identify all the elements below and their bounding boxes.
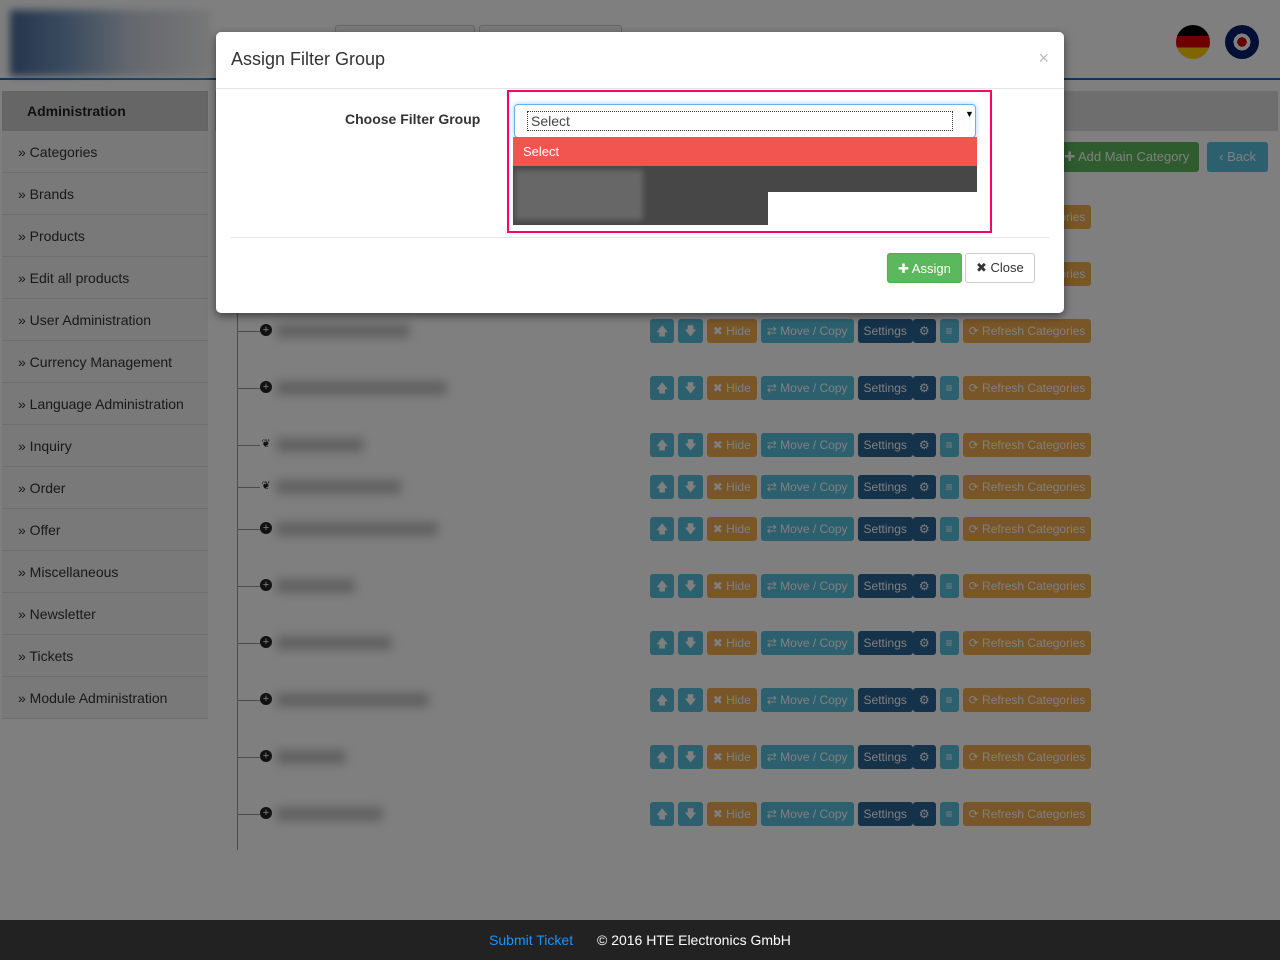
divider	[231, 237, 1049, 238]
assign-filter-group-modal: Assign Filter Group × Choose Filter Grou…	[216, 32, 1064, 313]
footer: Submit Ticket © 2016 HTE Electronics Gmb…	[0, 920, 1280, 960]
filter-group-label: Choose Filter Group	[345, 111, 481, 127]
close-icon[interactable]: ×	[1038, 48, 1049, 69]
copyright: © 2016 HTE Electronics GmbH	[596, 932, 791, 948]
close-button[interactable]: ✖ Close	[965, 253, 1035, 283]
divider	[216, 88, 1064, 89]
submit-ticket-link[interactable]: Submit Ticket	[489, 932, 573, 948]
assign-button[interactable]: ✚ Assign	[887, 253, 962, 283]
modal-title: Assign Filter Group	[231, 49, 386, 69]
highlight-box	[507, 90, 992, 233]
